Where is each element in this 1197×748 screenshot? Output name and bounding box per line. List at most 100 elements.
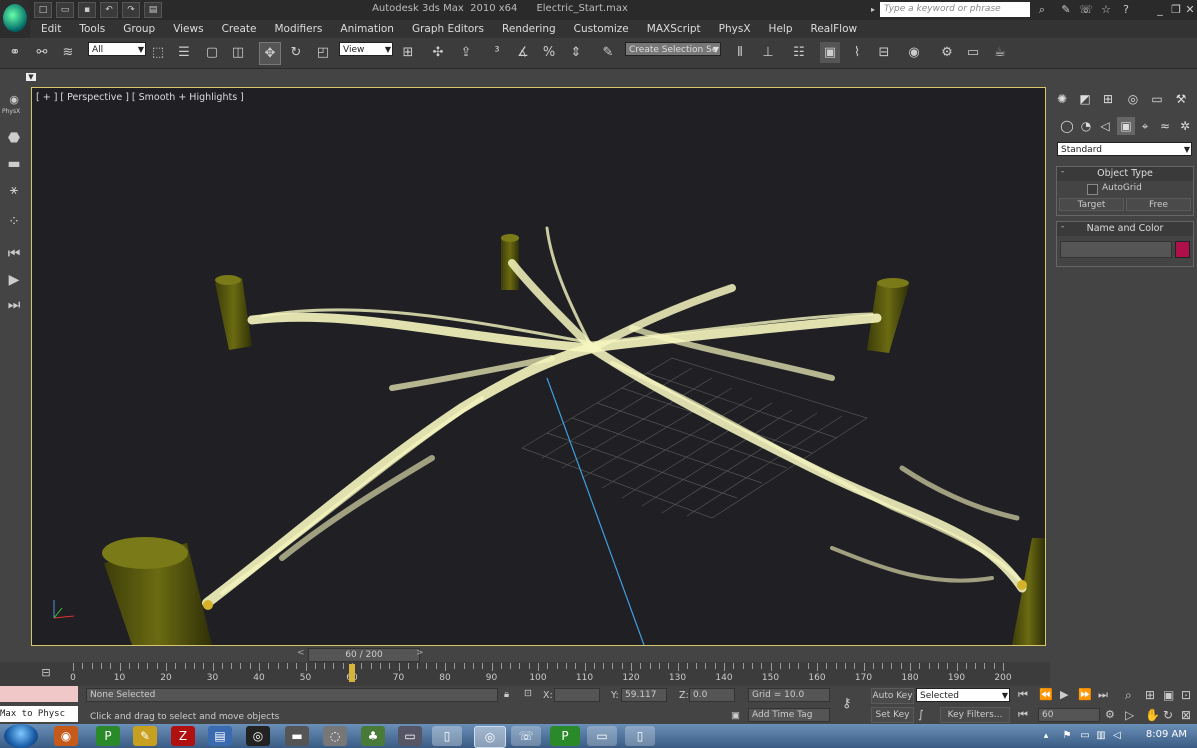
selection-filter-dropdown[interactable]: All ▼ [88,42,146,56]
systems-icon[interactable]: ✲ [1176,117,1194,135]
pan-view-icon[interactable]: ✋ [1145,708,1160,722]
rectangular-selection-icon[interactable]: ▢ [202,42,222,63]
material-editor-icon[interactable]: ◉ [904,42,924,63]
zoom-all-icon[interactable]: ⊞ [1145,688,1155,702]
name-and-color-header[interactable]: Name and Color [1057,222,1193,236]
lock-selection-icon[interactable]: 🔒︎ [504,689,509,700]
track-bar[interactable]: ⊟ 01020304050607080901001101201301401501… [0,662,1050,686]
collapse-icon[interactable]: - [1061,167,1064,177]
x-coordinate-field[interactable] [554,688,600,702]
category-dropdown[interactable]: Standard ▼ [1057,142,1192,156]
free-button[interactable]: Free [1126,198,1191,211]
start-button[interactable] [4,724,38,748]
minimize-icon[interactable]: _ [1152,2,1168,17]
select-and-move-icon[interactable]: ✥ [259,42,281,65]
binoculars-icon[interactable]: ⌕ [1034,2,1050,17]
monitor-app-icon[interactable]: ▭ [398,726,422,746]
favorites-icon[interactable]: ☆ [1098,2,1114,17]
hierarchy-tab-icon[interactable]: ⊞ [1099,90,1117,108]
menu-tools[interactable]: Tools [70,23,114,35]
tray-volume-icon[interactable]: ◁ [1110,726,1124,746]
snaps-toggle-icon[interactable]: ³ [487,42,507,63]
edit-named-selection-icon[interactable]: ✎ [598,42,618,63]
select-and-link-icon[interactable]: ⚭ [5,42,25,63]
y-coordinate-field[interactable]: 59.117 [621,688,667,702]
schematic-view-icon[interactable]: ⊟ [874,42,894,63]
geometry-icon[interactable]: ◯ [1058,117,1076,135]
render-setup-icon[interactable]: ⚙ [937,42,957,63]
named-selection-dropdown[interactable]: Create Selection Se ▼ [625,42,721,56]
key-filters-button[interactable]: Key Filters... [940,707,1010,723]
menu-maxscript[interactable]: MAXScript [638,23,710,35]
current-frame-marker[interactable] [349,664,355,682]
reference-coordinate-dropdown[interactable]: View ▼ [339,42,393,56]
spinner-snap-icon[interactable]: ⇕ [566,42,586,63]
steam-icon[interactable]: ◎ [246,726,270,746]
align-icon[interactable]: ⊥ [758,42,778,63]
network-app-icon[interactable]: ◌ [323,726,347,746]
devices-icon[interactable]: ▬ [285,726,309,746]
lights-icon[interactable]: ◁ [1096,117,1114,135]
phone-app-icon[interactable]: ☏ [511,726,541,746]
menu-animation[interactable]: Animation [331,23,403,35]
motion-tab-icon[interactable]: ◎ [1124,90,1142,108]
create-tab-icon[interactable]: ✺ [1053,90,1071,108]
current-frame-field[interactable]: 60 [1038,708,1100,722]
quick-render-icon[interactable]: ☕ [990,42,1010,63]
helpers-icon[interactable]: ⌖ [1136,117,1154,135]
step-simulation-icon[interactable]: ⏭ [3,294,25,316]
reset-simulation-icon[interactable]: ⏮ [3,243,25,265]
folder-window-icon[interactable]: ▭ [587,726,617,746]
tools-icon[interactable]: ✎ [1058,2,1074,17]
maxscript-listener-input[interactable]: Max to Physc [0,706,78,722]
select-and-scale-icon[interactable]: ◰ [313,42,333,63]
physx-constraint-icon[interactable]: ⚹ [3,179,25,201]
tray-device-icon[interactable]: ▭ [1078,726,1092,746]
object-type-header[interactable]: Object Type [1057,167,1193,181]
play-icon[interactable]: ▶ [1060,688,1068,701]
percent-snap-icon[interactable]: % [539,42,559,63]
z-coordinate-field[interactable]: 0.0 [689,688,735,702]
key-mode-toggle-icon[interactable]: ⏮ [1018,708,1028,722]
select-by-name-icon[interactable]: ☰ [174,42,194,63]
object-name-field[interactable] [1060,241,1172,258]
orbit-icon[interactable]: ↻ [1163,708,1173,722]
time-configuration-icon[interactable]: ⚙ [1105,708,1115,721]
field-of-view-icon[interactable]: ▷ [1125,708,1134,722]
utilities-tab-icon[interactable]: ⚒ [1172,90,1190,108]
menu-rendering[interactable]: Rendering [493,23,565,35]
physx-cloth-icon[interactable]: ⁘ [3,211,25,233]
pivot-center-icon[interactable]: ⊞ [398,42,418,63]
object-color-swatch[interactable] [1175,241,1190,258]
menu-customize[interactable]: Customize [565,23,638,35]
menu-realflow[interactable]: RealFlow [802,23,867,35]
physx-static-icon[interactable]: ▬ [3,153,25,175]
add-time-tag-field[interactable]: Add Time Tag [748,708,830,722]
maxscript-listener-top[interactable] [0,686,78,702]
maximize-viewport-icon[interactable]: ⊠ [1181,708,1191,722]
set-key-button[interactable]: Set Key [871,707,914,723]
modify-tab-icon[interactable]: ◩ [1076,90,1094,108]
menu-modifiers[interactable]: Modifiers [265,23,331,35]
menu-views[interactable]: Views [164,23,212,35]
go-to-end-icon[interactable]: ⏭ [1098,688,1108,702]
filezilla-icon[interactable]: Z [171,726,195,746]
application-button[interactable] [0,0,30,38]
zoom-extents-icon[interactable]: ▣ [1163,688,1174,702]
space-warps-icon[interactable]: ≈ [1156,117,1174,135]
3dsmax-taskbar-icon[interactable]: ◎ [474,726,506,748]
collapse-icon[interactable]: - [1061,222,1064,232]
layer-manager-icon[interactable]: ☷ [789,42,809,63]
menu-create[interactable]: Create [213,23,266,35]
play-simulation-icon[interactable]: ▶ [3,269,25,291]
rendered-frame-window-icon[interactable]: ▭ [963,42,983,63]
previous-key-icon[interactable]: ⏪ [1039,688,1053,701]
absolute-mode-icon[interactable]: ⊡ [524,688,532,699]
previous-frame-icon[interactable]: < [297,648,305,658]
search-expand-icon[interactable]: ▸ [871,2,880,17]
utility-app-icon[interactable]: ♣ [361,726,385,746]
menu-edit[interactable]: Edit [32,23,70,35]
target-button[interactable]: Target [1059,198,1124,211]
go-to-start-icon[interactable]: ⏮ [1018,688,1028,702]
tray-network-icon[interactable]: ▥ [1094,726,1108,746]
